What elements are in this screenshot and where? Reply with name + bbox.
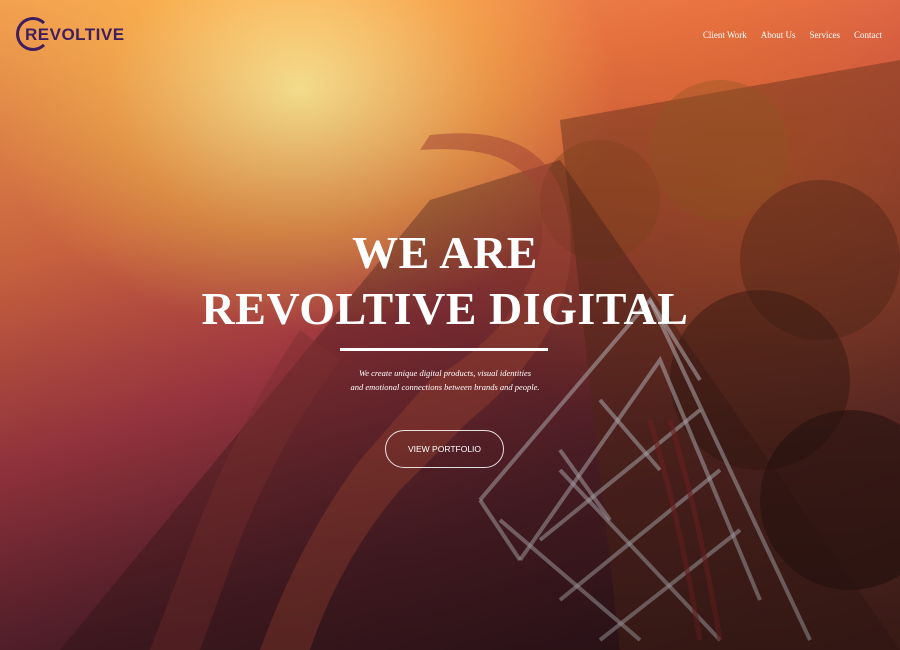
main-nav: Client Work About Us Services Contact xyxy=(703,30,882,40)
hero-headline-line2: REVOLTIVE DIGITAL xyxy=(201,283,689,334)
nav-item-client-work[interactable]: Client Work xyxy=(703,30,747,40)
headline-divider xyxy=(340,348,548,351)
brand-logo[interactable]: REVOLTIVE xyxy=(16,17,125,55)
nav-item-contact[interactable]: Contact xyxy=(854,30,882,40)
hero-headline-line1: WE ARE xyxy=(352,227,538,278)
nav-item-about-us[interactable]: About Us xyxy=(761,30,796,40)
hero-section: REVOLTIVE Client Work About Us Services … xyxy=(0,0,900,650)
logo-text: REVOLTIVE xyxy=(25,25,125,44)
hero-tagline-line1: We create unique digital products, visua… xyxy=(358,368,532,378)
nav-item-services[interactable]: Services xyxy=(810,30,841,40)
view-portfolio-button[interactable]: VIEW PORTFOLIO xyxy=(385,430,504,468)
hero-tagline-line2: and emotional connections between brands… xyxy=(350,382,540,392)
